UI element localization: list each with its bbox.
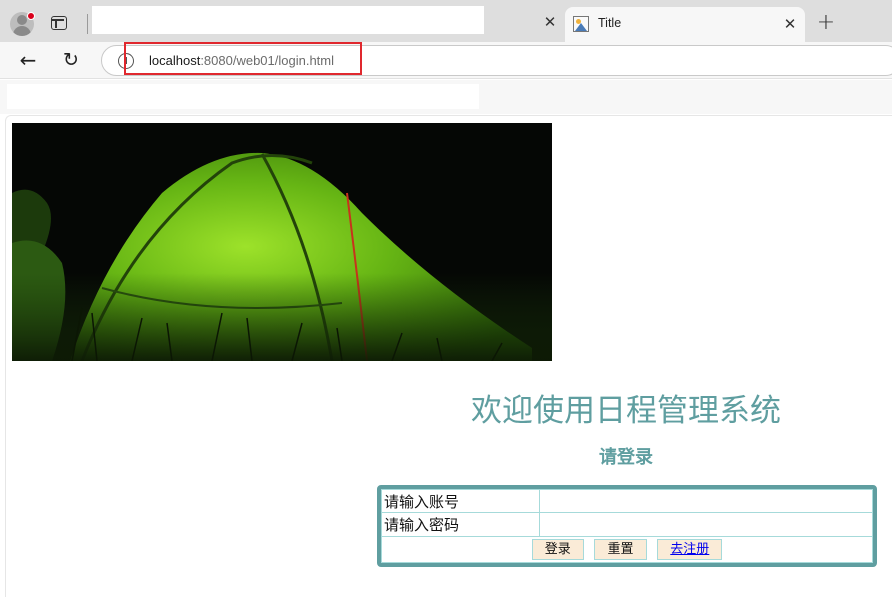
- url-highlight-box: [124, 42, 362, 75]
- reload-icon[interactable]: ↻: [60, 49, 82, 71]
- tab-title-close-icon[interactable]: ✕: [781, 15, 799, 33]
- tent-banner-image: [12, 123, 552, 361]
- login-table: 请输入账号 请输入密码 登录 重置 去注册: [381, 488, 873, 564]
- tab-title-label: Title: [598, 16, 622, 30]
- new-tab-plus-icon[interactable]: +: [815, 12, 837, 34]
- username-cell: [539, 488, 873, 514]
- bookmarks-blank-area: [7, 84, 479, 109]
- tab-title[interactable]: Title ✕: [565, 7, 805, 42]
- bookmarks-bar: [0, 80, 892, 114]
- username-input[interactable]: [542, 491, 870, 512]
- password-label: 请输入密码: [381, 512, 540, 537]
- login-subtitle: 请登录: [599, 447, 653, 468]
- register-button[interactable]: 去注册: [657, 538, 723, 560]
- username-row: 请输入账号: [381, 488, 873, 514]
- notification-dot-icon: [27, 12, 35, 20]
- register-link[interactable]: 去注册: [670, 542, 709, 557]
- tab-separator: [87, 14, 88, 34]
- tab-blank-close-icon[interactable]: ✕: [542, 14, 558, 30]
- buttons-cell: 登录 重置 去注册: [381, 535, 873, 564]
- username-label: 请输入账号: [381, 488, 540, 514]
- welcome-title: 欢迎使用日程管理系统: [471, 393, 781, 429]
- password-row: 请输入密码: [381, 512, 873, 537]
- reset-button[interactable]: 重置: [594, 538, 647, 560]
- tab-strip: ✕ Title ✕ +: [0, 0, 892, 42]
- password-input[interactable]: [542, 514, 870, 535]
- page-favicon-icon: [573, 16, 589, 32]
- login-form: 请输入账号 请输入密码 登录 重置 去注册: [377, 485, 877, 567]
- tent-illustration: [12, 123, 552, 361]
- password-cell: [539, 512, 873, 537]
- back-arrow-icon[interactable]: ←: [17, 49, 39, 71]
- tab-blank[interactable]: [92, 6, 484, 34]
- login-button[interactable]: 登录: [531, 538, 584, 560]
- buttons-row: 登录 重置 去注册: [381, 535, 873, 564]
- tab-actions-icon[interactable]: [51, 16, 67, 30]
